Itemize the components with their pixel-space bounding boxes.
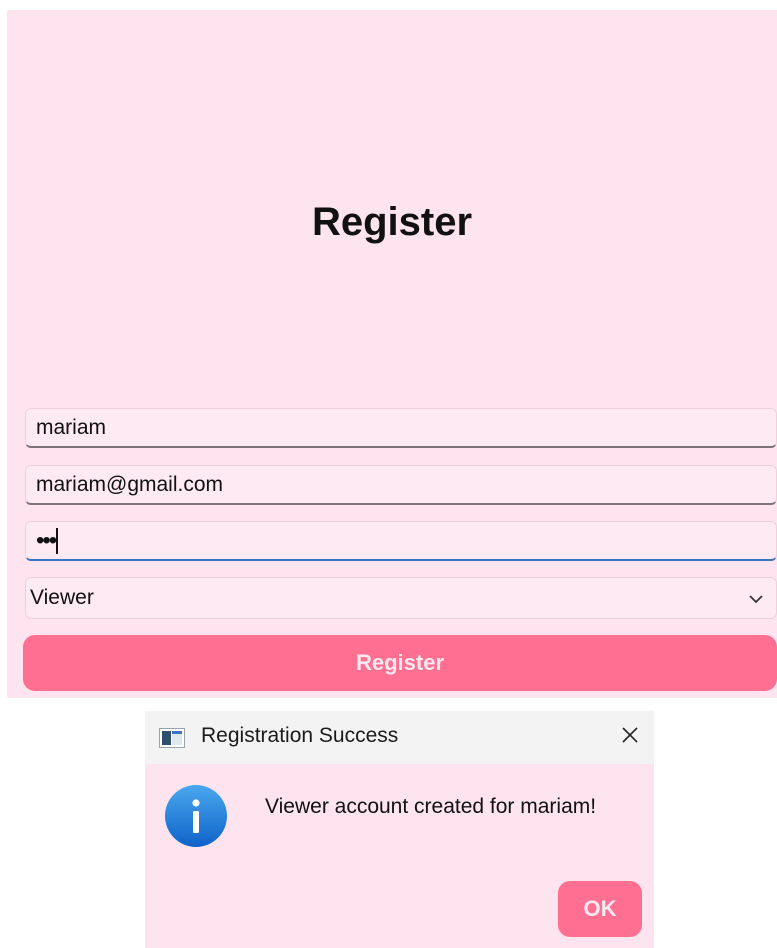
dialog-titlebar: Registration Success <box>145 711 654 764</box>
dialog-title: Registration Success <box>201 724 399 747</box>
username-field[interactable]: mariam <box>25 408 777 448</box>
role-selected-value: Viewer <box>30 586 94 609</box>
email-field[interactable]: mariam@gmail.com <box>25 465 777 505</box>
chevron-down-icon <box>749 595 763 604</box>
password-field[interactable]: ••• <box>25 521 777 561</box>
register-window: Register mariam mariam@gmail.com ••• Vie… <box>7 10 777 698</box>
register-button[interactable]: Register <box>23 635 777 691</box>
success-dialog: Registration Success Viewer account crea… <box>145 711 654 948</box>
password-mask: ••• <box>36 526 57 554</box>
text-caret <box>56 527 59 554</box>
username-value: mariam <box>36 415 107 439</box>
info-icon <box>165 785 227 847</box>
ok-button[interactable]: OK <box>558 881 642 937</box>
email-value: mariam@gmail.com <box>36 472 224 496</box>
page-title: Register <box>311 200 473 244</box>
role-select[interactable]: Viewer <box>25 577 777 619</box>
dialog-message: Viewer account created for mariam! <box>265 795 597 818</box>
window-app-icon <box>159 728 185 748</box>
close-icon[interactable] <box>618 723 642 747</box>
